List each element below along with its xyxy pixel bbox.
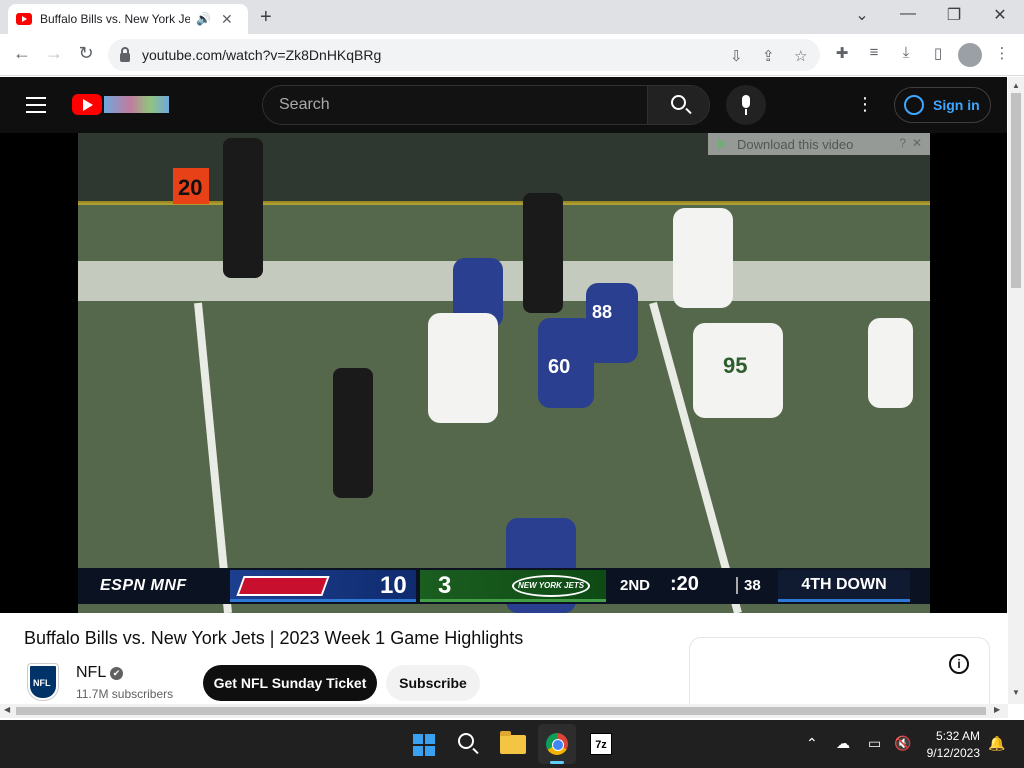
score-bug: ESPN MNF 10 3 NEW YORK JETS 2ND :20 38 4…: [78, 568, 930, 604]
profile-avatar-icon[interactable]: [958, 43, 982, 67]
share-icon[interactable]: ⇪: [762, 47, 775, 65]
new-tab-button[interactable]: +: [260, 6, 272, 29]
info-icon[interactable]: i: [949, 654, 969, 674]
video-player[interactable]: 20 60 88 95: [78, 133, 930, 613]
channel-avatar-nfl-logo[interactable]: [28, 664, 58, 700]
youtube-favicon-icon: [16, 13, 32, 25]
onedrive-cloud-icon[interactable]: ☁: [836, 735, 850, 752]
lock-icon[interactable]: [120, 46, 130, 62]
extensions-puzzle-icon[interactable]: ✚: [832, 44, 852, 62]
file-explorer-icon[interactable]: [500, 731, 526, 754]
network-monitor-icon[interactable]: ▭: [868, 735, 881, 752]
quarter: 2ND: [620, 577, 651, 594]
network-logo: ESPN MNF: [100, 577, 187, 594]
game-clock: :20: [670, 573, 699, 595]
svg-text:60: 60: [548, 356, 570, 378]
window-close-button[interactable]: ✕: [990, 5, 1010, 25]
scroll-right-icon[interactable]: ▶: [994, 705, 1000, 714]
play-icon: [718, 138, 727, 150]
sign-in-label: Sign in: [933, 97, 980, 113]
youtube-logo-icon[interactable]: [72, 94, 102, 115]
browser-toolbar: ← → ↻ youtube.com/watch?v=Zk8DnHKqBRg ⇩ …: [0, 34, 1024, 76]
home-score: 10: [380, 572, 407, 599]
game-clock-block: 2ND :20 38: [614, 570, 774, 602]
account-circle-icon: [904, 95, 924, 115]
forward-arrow-icon[interactable]: →: [42, 43, 66, 64]
sunday-ticket-button[interactable]: Get NFL Sunday Ticket: [203, 665, 377, 701]
download-video-label: Download this video: [737, 136, 854, 152]
svg-text:88: 88: [592, 302, 612, 322]
windows-taskbar: 7z ⌃ ☁ ▭ 🔇 5:32 AM 9/12/2023 🔔: [0, 720, 1024, 768]
search-input[interactable]: [263, 86, 647, 124]
volume-muted-icon[interactable]: 🔇: [894, 735, 911, 752]
chrome-taskbar-icon[interactable]: [538, 724, 576, 764]
youtube-header: ⋮ Sign in: [0, 77, 1007, 133]
jets-logo-icon: NEW YORK JETS: [512, 575, 590, 597]
vertical-scrollbar[interactable]: ▲ ▼: [1008, 77, 1024, 704]
svg-text:95: 95: [723, 353, 747, 378]
settings-kebab-icon[interactable]: ⋮: [856, 93, 874, 115]
seven-zip-icon[interactable]: 7z: [590, 733, 612, 755]
scroll-up-icon[interactable]: ▲: [1012, 81, 1020, 90]
bookmark-star-icon[interactable]: ☆: [794, 47, 807, 65]
browser-menu-kebab-icon[interactable]: ⋮: [992, 44, 1012, 62]
away-team-block: 3 NEW YORK JETS: [420, 570, 606, 602]
windows-start-icon[interactable]: [413, 734, 435, 756]
home-team-block: 10: [230, 570, 416, 602]
help-icon[interactable]: ?: [899, 136, 906, 150]
speaker-icon[interactable]: 🔊: [196, 12, 211, 26]
notification-bell-icon[interactable]: 🔔: [988, 735, 1005, 752]
address-bar[interactable]: youtube.com/watch?v=Zk8DnHKqBRg ⇩ ⇪ ☆: [108, 39, 820, 71]
tab-title: Buffalo Bills vs. New York Jets: [40, 12, 190, 26]
minimize-button[interactable]: —: [898, 5, 918, 23]
reload-icon[interactable]: ↻: [74, 43, 98, 64]
voice-search-mic-icon[interactable]: [726, 85, 766, 125]
away-score: 3: [438, 572, 452, 599]
scroll-down-icon[interactable]: ▼: [1012, 688, 1020, 697]
reading-list-icon[interactable]: ≡: [864, 44, 884, 61]
chrome-logo-icon: [546, 733, 568, 755]
horizontal-scrollbar[interactable]: ◀ ▶: [0, 704, 1008, 718]
active-app-indicator: [550, 761, 564, 764]
svg-text:20: 20: [178, 175, 202, 200]
tab-search-chevron-icon[interactable]: ⌄: [852, 5, 872, 25]
youtube-doodle-image[interactable]: [104, 96, 169, 113]
down-indicator: 4TH DOWN: [778, 570, 910, 602]
menu-hamburger-icon[interactable]: [26, 97, 46, 113]
badge-close-icon[interactable]: ✕: [912, 136, 922, 150]
restore-button[interactable]: ❐: [944, 5, 964, 25]
downloads-icon[interactable]: ⤓: [896, 44, 916, 61]
url-text[interactable]: youtube.com/watch?v=Zk8DnHKqBRg: [142, 47, 381, 63]
horizontal-scrollbar-thumb[interactable]: [16, 707, 986, 715]
verified-badge-icon: ✔: [110, 667, 123, 680]
play-clock: 38: [736, 577, 761, 594]
video-frame-image: 20 60 88 95: [78, 133, 930, 613]
subscriber-count: 11.7M subscribers: [76, 687, 174, 701]
search-icon: [671, 95, 686, 110]
side-panel-icon[interactable]: ▯: [928, 44, 948, 62]
download-video-badge[interactable]: Download this video ? ✕: [708, 133, 930, 155]
taskbar-search-icon[interactable]: [458, 733, 474, 749]
clock-date[interactable]: 9/12/2023: [918, 746, 980, 760]
scroll-left-icon[interactable]: ◀: [4, 705, 10, 714]
search-button[interactable]: [647, 86, 709, 124]
back-arrow-icon[interactable]: ←: [10, 43, 34, 64]
tray-overflow-chevron-icon[interactable]: ⌃: [806, 735, 818, 752]
install-app-icon[interactable]: ⇩: [730, 47, 743, 65]
subscribe-button[interactable]: Subscribe: [386, 665, 480, 701]
clock-time[interactable]: 5:32 AM: [924, 729, 980, 743]
video-title: Buffalo Bills vs. New York Jets | 2023 W…: [24, 628, 524, 648]
channel-name[interactable]: NFL: [76, 664, 106, 682]
search-box: [262, 85, 710, 125]
scrollbar-thumb[interactable]: [1011, 93, 1021, 288]
browser-tab[interactable]: Buffalo Bills vs. New York Jets 🔊 ✕: [8, 4, 248, 34]
tab-close-icon[interactable]: ✕: [221, 11, 233, 28]
browser-tab-strip: Buffalo Bills vs. New York Jets 🔊 ✕ + ⌄ …: [0, 0, 1024, 34]
sign-in-button[interactable]: Sign in: [894, 87, 991, 123]
bills-logo-icon: [236, 576, 330, 596]
